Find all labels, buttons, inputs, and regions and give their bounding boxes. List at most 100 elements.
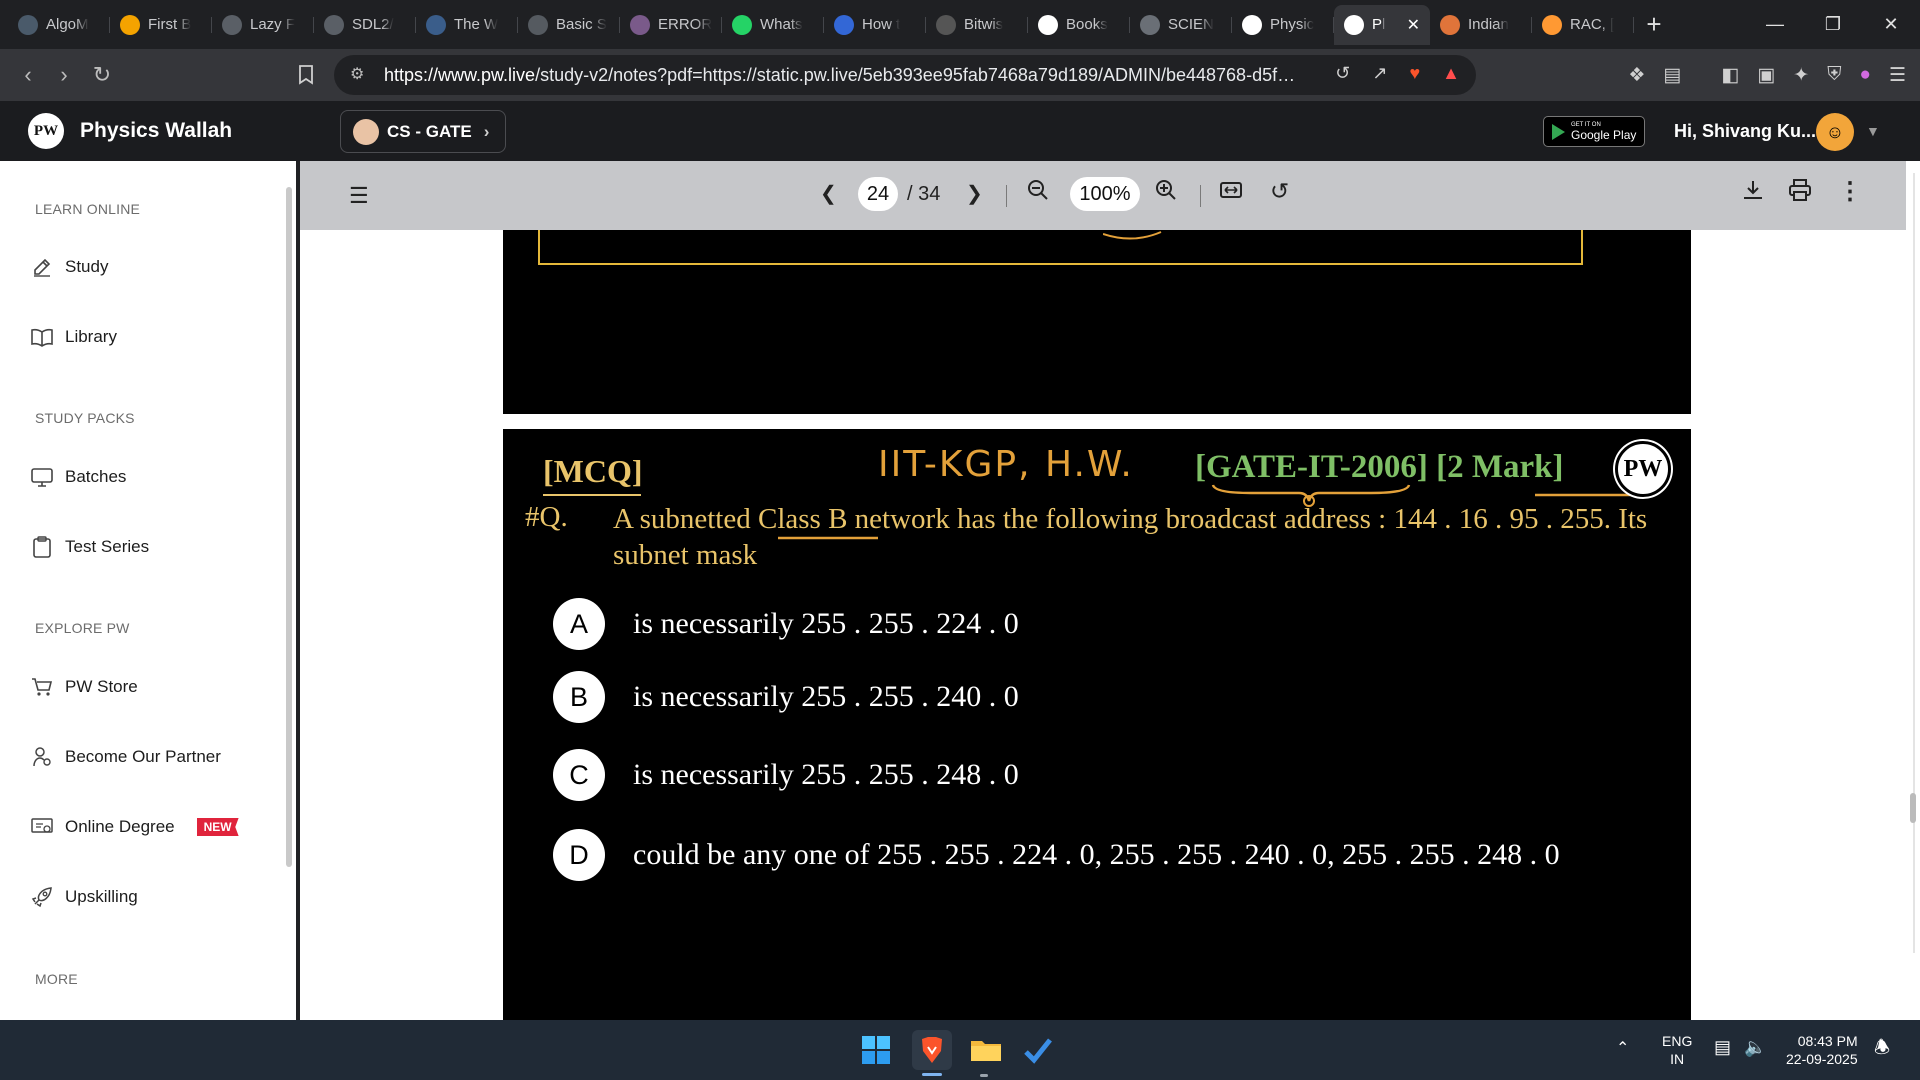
sidebar-item-label: Study: [65, 257, 109, 276]
browser-tab[interactable]: SCIEN: [1130, 5, 1232, 45]
notification-bell-icon[interactable]: 🕭: [1874, 1038, 1890, 1056]
sidebar-item-upskilling[interactable]: Upskilling: [30, 885, 138, 909]
browser-tab[interactable]: Books: [1028, 5, 1130, 45]
clock[interactable]: 08:43 PM 22-09-2025: [1786, 1032, 1858, 1068]
brand-name[interactable]: Physics Wallah: [80, 119, 232, 143]
address-bar[interactable]: ⚙ https://www.pw.live/study-v2/notes?pdf…: [334, 55, 1476, 95]
vpn-icon[interactable]: ⛨: [1827, 64, 1841, 86]
url-text[interactable]: https://www.pw.live/study-v2/notes?pdf=h…: [384, 65, 1299, 86]
sidebar-item-become-partner[interactable]: Become Our Partner: [30, 745, 221, 769]
rotate-icon[interactable]: ↺: [1270, 178, 1289, 205]
google-play-button[interactable]: GET IT ON Google Play: [1543, 116, 1645, 147]
browser-tab[interactable]: Whats: [722, 5, 824, 45]
handwritten-note: IIT-KGP, H.W.: [878, 444, 1134, 485]
section-explore-pw: EXPLORE PW: [35, 620, 130, 636]
sidebar-item-batches[interactable]: Batches: [30, 465, 126, 489]
question-text: A subnetted Class B network has the foll…: [613, 503, 1648, 571]
tab-label: SCIEN: [1168, 16, 1214, 33]
option-d[interactable]: D could be any one of 255 . 255 . 224 . …: [553, 829, 1560, 881]
download-icon[interactable]: [1742, 179, 1764, 207]
fit-width-icon[interactable]: [1220, 181, 1242, 205]
extensions-icon[interactable]: ❖: [1628, 64, 1645, 87]
algomaster-icon: [18, 14, 38, 35]
option-c[interactable]: C is necessarily 255 . 255 . 248 . 0: [553, 749, 1019, 801]
browser-tab[interactable]: Basic S: [518, 5, 620, 45]
chevron-left-icon[interactable]: ❮: [820, 181, 837, 206]
sidebar-item-test-series[interactable]: Test Series: [30, 535, 149, 559]
option-b[interactable]: B is necessarily 255 . 255 . 240 . 0: [553, 671, 1019, 723]
zoom-out-icon[interactable]: [1027, 179, 1049, 207]
reload-button[interactable]: ↻: [84, 57, 120, 93]
chevron-up-icon[interactable]: ⌃: [1616, 1040, 1629, 1058]
avatar[interactable]: ☺: [1816, 113, 1854, 151]
zoom-in-icon[interactable]: [1155, 179, 1177, 207]
more-options-icon[interactable]: ⋮: [1838, 177, 1862, 206]
option-text: is necessarily 255 . 255 . 224 . 0: [633, 607, 1019, 640]
page-icon: [528, 14, 548, 35]
browser-tab[interactable]: Pl ✕: [1334, 4, 1430, 45]
browser-tab[interactable]: The W: [416, 5, 518, 45]
scrollbar-thumb[interactable]: [1910, 793, 1916, 823]
file-explorer-icon[interactable]: [966, 1030, 1006, 1070]
pw-logo[interactable]: PW: [28, 113, 64, 149]
browser-tab[interactable]: Bitwis: [926, 5, 1028, 45]
share-icon[interactable]: ↗: [1372, 63, 1387, 84]
browser-tab[interactable]: Indian: [1430, 5, 1532, 45]
user-greeting[interactable]: Hi, Shivang Ku...: [1674, 121, 1816, 142]
batch-selector[interactable]: CS - GATE ›: [340, 110, 506, 153]
pw-watermark-logo: PW: [1615, 441, 1671, 497]
browser-menu-icon[interactable]: ☰: [1889, 64, 1906, 87]
minimize-button[interactable]: —: [1746, 0, 1804, 49]
browser-tab[interactable]: SDL2/: [314, 5, 416, 45]
print-icon[interactable]: [1788, 179, 1812, 207]
menu-icon[interactable]: ☰: [349, 183, 369, 209]
sidebar-item-online-degree[interactable]: Online Degree NEW: [30, 815, 239, 839]
sidebar-toggle-icon[interactable]: ◧: [1721, 64, 1739, 87]
network-icon[interactable]: ▤: [1714, 1038, 1731, 1056]
chevron-down-icon[interactable]: ▼: [1866, 123, 1880, 139]
browser-tab[interactable]: AlgoM: [8, 5, 110, 45]
pdf-scrollbar[interactable]: [1906, 161, 1920, 1020]
restore-button[interactable]: ❐: [1804, 0, 1862, 49]
option-text: is necessarily 255 . 255 . 240 . 0: [633, 680, 1019, 713]
profile-icon[interactable]: ●: [1859, 64, 1870, 86]
tab-label: Physic: [1270, 16, 1315, 33]
vscode-icon[interactable]: [1018, 1030, 1058, 1070]
close-tab-icon[interactable]: ✕: [1407, 15, 1420, 35]
back-button[interactable]: ‹: [10, 57, 46, 93]
option-a[interactable]: A is necessarily 255 . 255 . 224 . 0: [553, 598, 1019, 650]
wallet-icon[interactable]: ▣: [1757, 64, 1775, 87]
pdf-page-previous: [503, 230, 1691, 414]
language-indicator[interactable]: ENG IN: [1662, 1032, 1692, 1068]
history-icon[interactable]: ↺: [1335, 63, 1350, 84]
sidebar-item-study[interactable]: Study: [30, 255, 108, 279]
site-settings-icon[interactable]: ⚙: [350, 64, 364, 84]
chevron-right-icon[interactable]: ❯: [966, 181, 983, 206]
close-window-button[interactable]: ✕: [1862, 0, 1920, 49]
option-key: D: [553, 829, 605, 881]
page-number-input[interactable]: 24: [858, 177, 898, 211]
browser-tab[interactable]: ERROR: [620, 5, 722, 45]
wordpress-icon: [426, 14, 446, 35]
sidebar-item-pw-store[interactable]: PW Store: [30, 675, 138, 699]
browser-tab[interactable]: Lazy F: [212, 5, 314, 45]
brave-shield-icon[interactable]: ♥: [1409, 63, 1420, 84]
browser-tab[interactable]: First B: [110, 5, 212, 45]
browser-tab[interactable]: RAC, [: [1532, 5, 1634, 45]
pw-icon: [1242, 14, 1262, 35]
forward-button[interactable]: ›: [46, 57, 82, 93]
sidebar-scrollbar[interactable]: [286, 173, 292, 1011]
windows-start-icon[interactable]: [856, 1030, 896, 1070]
zoom-level-input[interactable]: 100%: [1070, 177, 1140, 211]
browser-tab[interactable]: Physic: [1232, 5, 1334, 45]
brave-taskbar-icon[interactable]: [912, 1030, 952, 1070]
leo-ai-icon[interactable]: ✦: [1793, 64, 1809, 87]
volume-icon[interactable]: 🔈: [1744, 1038, 1766, 1056]
bookmark-icon[interactable]: [288, 57, 324, 93]
new-tab-button[interactable]: +: [1634, 5, 1674, 45]
browser-tab[interactable]: How t: [824, 5, 926, 45]
sidebar-item-library[interactable]: Library: [30, 325, 117, 349]
reader-mode-icon[interactable]: ▤: [1663, 64, 1681, 87]
brave-rewards-icon[interactable]: ▲: [1442, 63, 1460, 84]
globe-icon: [1140, 14, 1160, 35]
